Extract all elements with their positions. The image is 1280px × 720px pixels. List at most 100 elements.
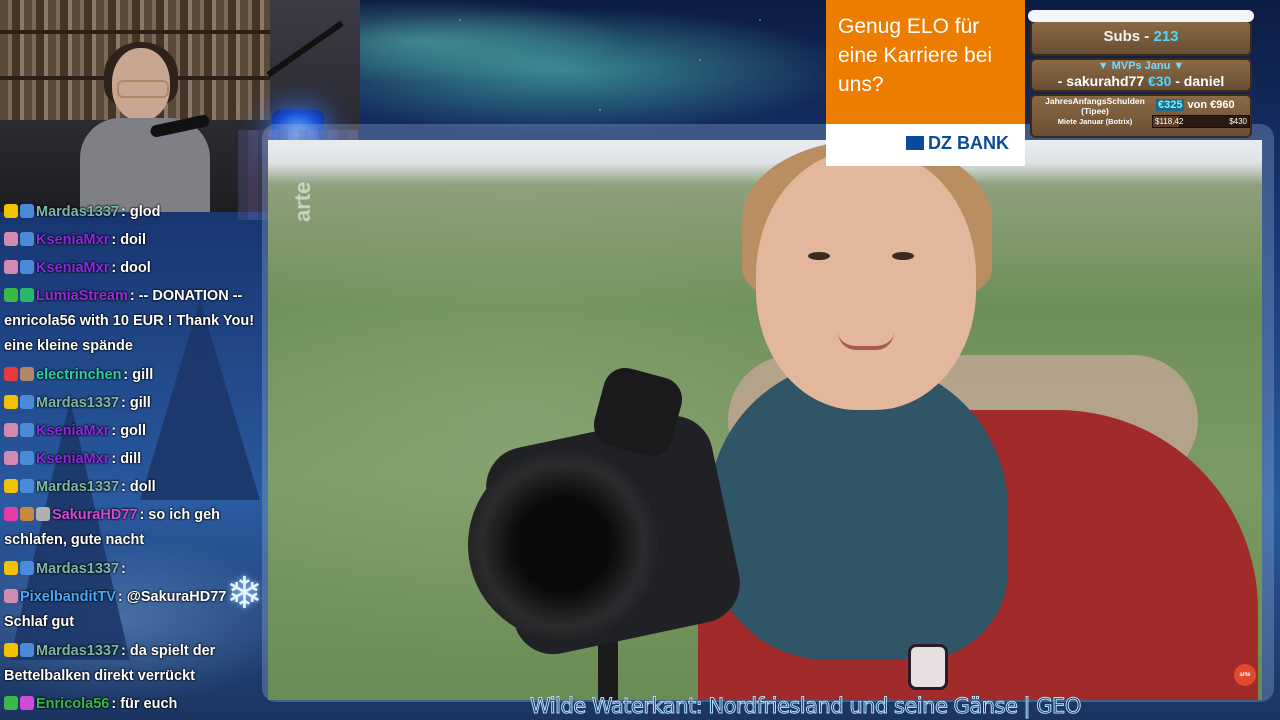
mvp-amount: €30 (1148, 73, 1172, 89)
chat-message: KseniaMxr: doil (4, 228, 260, 253)
chat-badge-icon (4, 367, 18, 381)
chat-badge-icon (20, 288, 34, 302)
chat-username[interactable]: Mardas1337 (36, 643, 119, 659)
chat-message: SakuraHD77: so ich geh schlafen, gute na… (4, 503, 260, 553)
chat-username[interactable]: LumiaStream (36, 288, 128, 304)
chat-username[interactable]: KseniaMxr (36, 260, 109, 276)
ad-brand-name: DZ BANK (928, 133, 1009, 153)
chat-message: Mardas1337: doll (4, 475, 260, 500)
chat-username[interactable]: KseniaMxr (36, 423, 109, 439)
snow-decoration (1028, 10, 1254, 22)
chat-message: KseniaMxr: dool (4, 256, 260, 281)
chat-username[interactable]: Enricola56 (36, 696, 109, 712)
mvp-suffix: - daniel (1171, 73, 1225, 89)
chat-badge-icon (4, 204, 18, 218)
chat-message: Enricola56: für euch (4, 692, 260, 717)
chat-badge-icon (20, 232, 34, 246)
mvp-label: ▼ MVPs Janu ▼ (1097, 60, 1185, 72)
chat-badge-icon (4, 260, 18, 274)
chat-badge-icon (4, 479, 18, 493)
chat-username[interactable]: Mardas1337 (36, 561, 119, 577)
rent-current: $118,42 (1155, 117, 1184, 126)
rent-progress-bar: $118,42 $430 (1152, 115, 1250, 128)
chat-message: PixelbanditTV: @SakuraHD77 Schlaf gut (4, 585, 260, 635)
chat-badge-icon (20, 451, 34, 465)
video-title-caption: Wilde Waterkant: Nordfriesland und seine… (530, 694, 1082, 719)
dz-bank-ad[interactable]: Genug ELO für eine Karriere bei uns? DZ … (826, 0, 1025, 166)
chat-message-text: : gill (123, 367, 154, 383)
chat-badge-icon (20, 507, 34, 521)
chat-badge-icon (4, 561, 18, 575)
chat-badge-icon (4, 589, 18, 603)
chat-message-text: : doll (121, 479, 156, 495)
chat-message: electrinchen: gill (4, 363, 260, 388)
chat-badge-icon (36, 507, 50, 521)
chat-username[interactable]: PixelbanditTV (20, 589, 116, 605)
ad-headline: Genug ELO für eine Karriere bei uns? (838, 15, 993, 96)
chat-message-text: : (121, 561, 126, 577)
chat-badge-icon (20, 395, 34, 409)
subs-count: 213 (1153, 28, 1179, 45)
arte-corner-logo: arte (1234, 664, 1256, 686)
chat-message: LumiaStream: -- DONATION -- enricola56 w… (4, 284, 260, 359)
chat-badge-icon (4, 451, 18, 465)
chat-badge-icon (20, 696, 34, 710)
video-player[interactable]: arte arte (268, 140, 1262, 700)
chat-badge-icon (20, 204, 34, 218)
debt-goal-label: JahresAnfangsSchulden (Tipee) (1045, 96, 1145, 116)
chat-badge-icon (4, 232, 18, 246)
chat-badge-icon (4, 423, 18, 437)
chat-badge-icon (4, 288, 18, 302)
woman-face (756, 150, 976, 410)
subs-label: Subs - (1103, 28, 1154, 45)
chat-badge-icon (20, 561, 34, 575)
chat-username[interactable]: electrinchen (36, 367, 121, 383)
mvp-prefix: - sakurahd77 (1057, 73, 1148, 89)
chat-message: KseniaMxr: dill (4, 447, 260, 472)
mvp-ticker: - sakurahd77 €30 - daniel (1030, 73, 1252, 89)
chat-username[interactable]: Mardas1337 (36, 204, 119, 220)
chat-badge-icon (20, 479, 34, 493)
chat-username[interactable]: Mardas1337 (36, 395, 119, 411)
ad-brand: DZ BANK (906, 133, 1009, 154)
eye (892, 252, 914, 260)
chat-badge-icon (4, 643, 18, 657)
chat-badge-icon (20, 643, 34, 657)
chat-username[interactable]: KseniaMxr (36, 451, 109, 467)
chat-message-text: : gill (121, 395, 151, 411)
chat-badge-icon (20, 260, 34, 274)
chat-username[interactable]: Mardas1337 (36, 479, 119, 495)
chat-message: Mardas1337: da spielt der Bettelbalken d… (4, 639, 260, 689)
chat-overlay: Mardas1337: glod KseniaMxr: doil KseniaMxr… (0, 176, 262, 720)
streamer-glasses (117, 80, 169, 98)
chat-badge-icon (4, 696, 18, 710)
rent-goal-label: Miete Januar (Botrix) (1057, 117, 1133, 126)
chat-message-text: : goll (111, 423, 146, 439)
debt-rest: von €960 (1184, 99, 1235, 111)
chat-message-text: : dill (111, 451, 142, 467)
chat-message: KseniaMxr: goll (4, 419, 260, 444)
chat-message: Mardas1337: (4, 557, 260, 582)
chat-username[interactable]: SakuraHD77 (52, 507, 137, 523)
eye (808, 252, 830, 260)
arte-watermark: arte (290, 181, 315, 222)
snowflake-icon: ❄ (226, 569, 263, 618)
subs-counter: Subs - 213 (1030, 28, 1252, 45)
chat-message-text: : doil (111, 232, 146, 248)
chat-message: Mardas1337: gill (4, 391, 260, 416)
chat-badge-icon (20, 423, 34, 437)
scope-lens (468, 450, 658, 640)
chat-username[interactable]: KseniaMxr (36, 232, 109, 248)
ad-orange-area: Genug ELO für eine Karriere bei uns? (826, 0, 1025, 124)
chat-message-text: : dool (111, 260, 151, 276)
chat-badge-icon (4, 395, 18, 409)
jacket-logo-patch (908, 644, 948, 690)
chat-message: Mardas1337: glod (4, 200, 260, 225)
chat-message-text: : glod (121, 204, 161, 220)
chat-badge-icon (20, 367, 34, 381)
chat-badge-icon (4, 507, 18, 521)
shelf-board (0, 30, 270, 34)
mic-arm (266, 20, 344, 78)
chat-message-text: : für euch (111, 696, 178, 712)
dz-bank-logo-icon (906, 136, 924, 150)
